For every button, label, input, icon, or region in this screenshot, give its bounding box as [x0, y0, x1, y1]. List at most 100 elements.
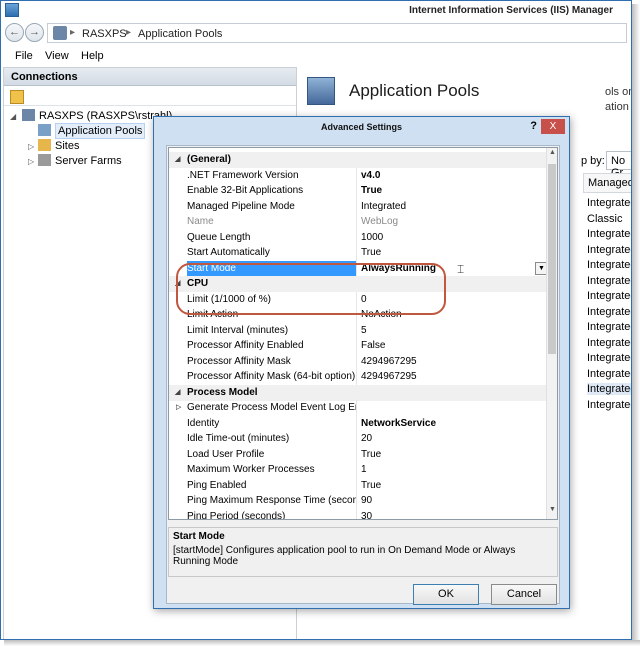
- property-value[interactable]: 1000: [361, 232, 383, 243]
- property-value[interactable]: NetworkService: [361, 418, 436, 429]
- list-item[interactable]: Integrated: [587, 290, 631, 302]
- property-row[interactable]: Name WebLog: [169, 214, 549, 230]
- column-divider: [356, 338, 357, 354]
- breadcrumb[interactable]: ▸ RASXPS ▸ Application Pools: [47, 23, 627, 43]
- property-value[interactable]: 4294967295: [361, 356, 417, 367]
- property-row[interactable]: Limit Interval (minutes) 5: [169, 322, 549, 339]
- tree-item-server[interactable]: RASXPS (RASXPS\rstrahl): [22, 109, 172, 122]
- list-item[interactable]: Classic: [587, 213, 622, 225]
- property-value[interactable]: WebLog: [361, 216, 398, 227]
- property-value[interactable]: True: [361, 480, 381, 491]
- column-divider: [356, 493, 357, 509]
- property-name: Maximum Worker Processes: [187, 464, 315, 475]
- property-category[interactable]: ◢ Process Model: [169, 384, 549, 401]
- breadcrumb-server[interactable]: RASXPS: [82, 28, 127, 40]
- tree-item-app-pools-label: Application Pools: [55, 123, 146, 139]
- list-item[interactable]: Integrated: [587, 321, 631, 333]
- list-item[interactable]: Integrated: [587, 197, 631, 209]
- property-name: .NET Framework Version: [187, 169, 299, 181]
- property-row[interactable]: Ping Period (seconds) 30: [169, 508, 549, 520]
- list-item[interactable]: Integrated: [587, 337, 631, 349]
- property-row[interactable]: Enable 32-Bit Applications True: [169, 183, 549, 199]
- list-item[interactable]: Integrated: [587, 228, 631, 240]
- property-value[interactable]: v4.0: [361, 170, 380, 181]
- property-row[interactable]: Maximum Worker Processes 1: [169, 462, 549, 478]
- tree-item-app-pools[interactable]: Application Pools: [38, 123, 146, 139]
- property-row[interactable]: Start Automatically True: [169, 245, 549, 261]
- column-divider: [356, 369, 357, 385]
- menu-file[interactable]: File: [15, 50, 33, 62]
- property-row[interactable]: Identity NetworkService: [169, 415, 549, 432]
- scroll-up-icon[interactable]: ▲: [548, 149, 557, 161]
- menu-view[interactable]: View: [45, 50, 69, 62]
- cancel-button[interactable]: Cancel: [491, 584, 557, 605]
- property-row[interactable]: Processor Affinity Mask (64-bit option) 4…: [169, 369, 549, 385]
- list-item[interactable]: Integrated: [587, 399, 631, 411]
- property-value[interactable]: 5: [361, 325, 367, 336]
- property-value[interactable]: 4294967295: [361, 371, 417, 382]
- iis-app-icon: [5, 3, 19, 17]
- app-pools-icon: [38, 124, 51, 136]
- ok-button[interactable]: OK: [413, 584, 479, 605]
- breadcrumb-separator-icon: ▸: [70, 27, 76, 38]
- property-row[interactable]: .NET Framework Version v4.0: [169, 167, 549, 184]
- property-row[interactable]: Queue Length 1000: [169, 229, 549, 246]
- collapse-icon[interactable]: ◢: [175, 388, 180, 396]
- forward-button[interactable]: →: [25, 23, 44, 42]
- expand-icon[interactable]: ▷: [28, 157, 34, 166]
- annotation-highlight-ring: [176, 263, 446, 315]
- expand-icon[interactable]: ▷: [28, 142, 34, 151]
- property-value[interactable]: 1: [361, 464, 367, 475]
- help-button[interactable]: ?: [530, 120, 537, 132]
- property-category[interactable]: ◢ (General): [169, 152, 549, 168]
- collapse-icon[interactable]: ◢: [175, 155, 180, 163]
- column-divider: [356, 415, 357, 432]
- property-row[interactable]: Ping Enabled True: [169, 477, 549, 494]
- breadcrumb-app-pools[interactable]: Application Pools: [138, 28, 222, 40]
- property-value[interactable]: False: [361, 340, 385, 351]
- expand-icon[interactable]: ▷: [176, 403, 181, 411]
- tree-item-server-farms[interactable]: Server Farms: [38, 154, 122, 167]
- new-connection-icon[interactable]: [10, 90, 24, 104]
- list-item[interactable]: Integrated: [587, 259, 631, 271]
- property-row[interactable]: ▷ Generate Process Model Event Log Entr: [169, 400, 549, 416]
- property-row[interactable]: Ping Maximum Response Time (secon 90: [169, 493, 549, 509]
- property-value[interactable]: Integrated: [361, 201, 406, 212]
- property-category-label: Process Model: [187, 386, 258, 398]
- property-name: Idle Time-out (minutes): [187, 433, 290, 444]
- column-header-managed[interactable]: Managed: [583, 173, 631, 193]
- sites-folder-icon: [38, 139, 51, 151]
- group-by-select[interactable]: No Gr: [606, 151, 631, 179]
- close-button[interactable]: X: [541, 119, 565, 134]
- list-item[interactable]: Integrated: [587, 306, 631, 318]
- property-row[interactable]: Load User Profile True: [169, 446, 549, 463]
- property-value[interactable]: 30: [361, 511, 372, 520]
- pane-description: ols on the se: [605, 86, 631, 98]
- column-divider: [356, 508, 357, 519]
- menu-help[interactable]: Help: [81, 50, 104, 62]
- property-value[interactable]: 20: [361, 433, 372, 444]
- property-value[interactable]: 90: [361, 495, 372, 506]
- collapse-icon[interactable]: ◢: [10, 112, 16, 121]
- list-item[interactable]: Integrated: [587, 368, 631, 380]
- tree-item-sites[interactable]: Sites: [38, 139, 79, 152]
- scroll-down-icon[interactable]: ▼: [548, 506, 557, 518]
- list-item[interactable]: Integrated: [587, 275, 631, 287]
- property-value[interactable]: True: [361, 247, 381, 258]
- property-grid-scrollbar[interactable]: ▲ ▼: [546, 148, 557, 519]
- list-item[interactable]: Integrated: [587, 352, 631, 364]
- menu-bar: File View Help: [1, 46, 631, 66]
- property-row[interactable]: Processor Affinity Enabled False: [169, 338, 549, 354]
- property-row[interactable]: Managed Pipeline Mode Integrated: [169, 198, 549, 215]
- property-value[interactable]: True: [361, 449, 381, 460]
- property-value[interactable]: True: [361, 185, 382, 196]
- property-name: Ping Period (seconds): [187, 510, 286, 520]
- window-title: Internet Information Services (IIS) Mana…: [409, 5, 613, 16]
- list-item[interactable]: Integrated: [587, 244, 631, 256]
- property-row[interactable]: Processor Affinity Mask 4294967295: [169, 353, 549, 370]
- list-item[interactable]: Integrated: [587, 383, 631, 395]
- scroll-thumb[interactable]: [548, 164, 556, 354]
- back-button[interactable]: ←: [5, 23, 24, 42]
- column-divider: [356, 183, 357, 199]
- property-row[interactable]: Idle Time-out (minutes) 20: [169, 431, 549, 447]
